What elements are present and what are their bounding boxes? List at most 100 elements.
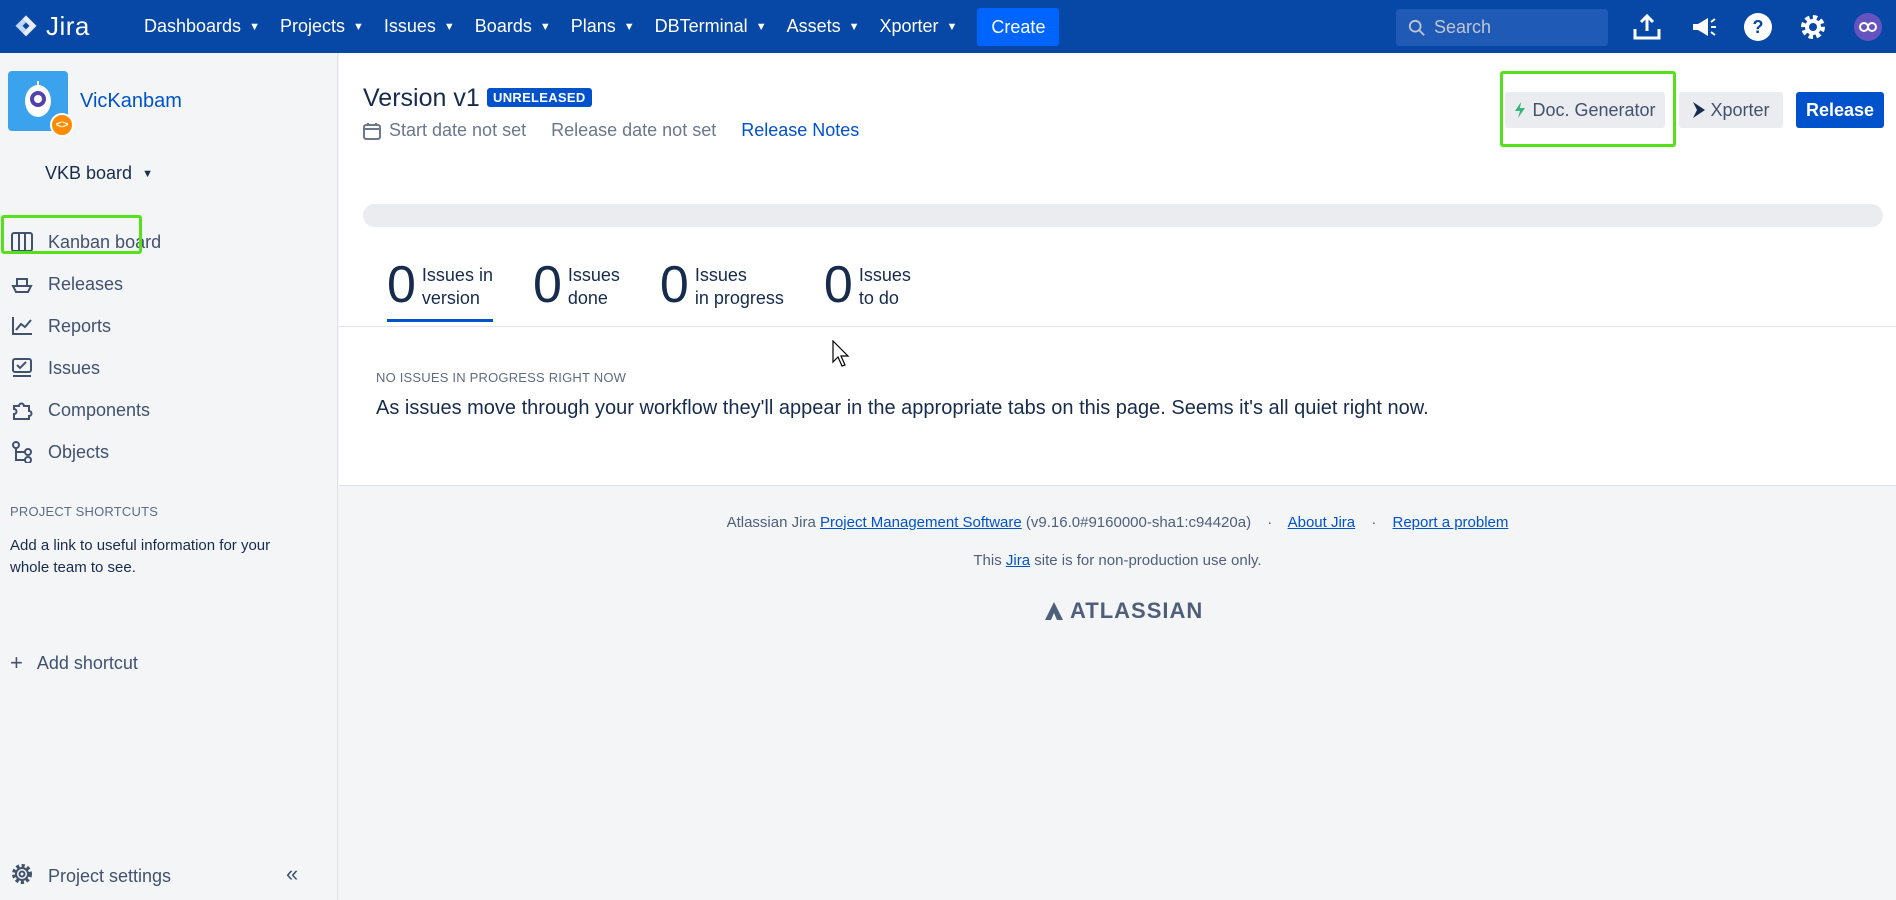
- empty-state-text: As issues move through your workflow the…: [376, 397, 1429, 419]
- search-input[interactable]: Search: [1396, 9, 1608, 46]
- sidebar-item-issues[interactable]: Issues: [0, 347, 338, 389]
- nav-assets[interactable]: Assets ▼: [777, 0, 870, 53]
- report-problem-link[interactable]: Report a problem: [1393, 514, 1509, 531]
- atlassian-logo-icon: [1045, 602, 1063, 620]
- nav-label: Boards: [474, 16, 532, 36]
- nav-boards[interactable]: Boards ▼: [465, 0, 561, 53]
- user-avatar-icon[interactable]: [1851, 10, 1885, 44]
- xporter-label: Xporter: [1710, 99, 1770, 120]
- tab-issues-in-version[interactable]: 0 Issues in version: [387, 256, 493, 322]
- release-date: Release date not set: [551, 120, 717, 140]
- upload-icon[interactable]: [1630, 10, 1664, 44]
- stat-label: Issues in progress: [695, 264, 784, 310]
- chart-icon: [10, 314, 34, 338]
- footer-links: Atlassian Jira Project Management Softwa…: [339, 514, 1896, 531]
- chevron-down-icon: ▼: [848, 20, 860, 33]
- atlassian-logo-text: ATLASSIAN: [1070, 598, 1204, 623]
- sidebar-item-releases[interactable]: Releases: [0, 263, 338, 305]
- tabs-divider: [339, 326, 1896, 327]
- status-badge: UNRELEASED: [487, 88, 592, 107]
- add-shortcut-button[interactable]: + Add shortcut: [10, 650, 138, 676]
- sidebar-item-label: Reports: [48, 315, 112, 336]
- project-management-software-link[interactable]: Project Management Software: [820, 514, 1022, 531]
- nav-projects[interactable]: Projects ▼: [270, 0, 374, 53]
- settings-icon[interactable]: [1796, 10, 1830, 44]
- chevron-down-icon: ▼: [755, 20, 767, 33]
- stat-count: 0: [532, 256, 562, 314]
- stat-label: Issues done: [568, 264, 620, 310]
- sidebar-item-label: Issues: [48, 357, 101, 378]
- notice-prefix: This: [973, 552, 1002, 569]
- stat-label-line2: done: [567, 288, 608, 308]
- footer-version: (v9.16.0#9160000-sha1:c94420a): [1025, 514, 1252, 531]
- jira-logo[interactable]: Jira: [12, 11, 124, 42]
- footer-separator: ·: [1371, 514, 1377, 531]
- project-name[interactable]: VicKanbam: [80, 90, 182, 113]
- release-button[interactable]: Release: [1796, 92, 1884, 128]
- shortcuts-heading: PROJECT SHORTCUTS: [10, 504, 159, 519]
- atlassian-logo[interactable]: ATLASSIAN: [1044, 598, 1203, 624]
- chevron-down-icon: ▼: [623, 20, 635, 33]
- tab-issues-to-do[interactable]: 0 Issues to do: [824, 259, 911, 322]
- notice-suffix: site is for non-production use only.: [1034, 552, 1262, 569]
- nav-label: Projects: [279, 16, 345, 36]
- nav-dashboards[interactable]: Dashboards ▼: [134, 0, 270, 53]
- footer-separator: ·: [1267, 514, 1273, 531]
- nav-plans[interactable]: Plans ▼: [561, 0, 645, 53]
- empty-state-heading: NO ISSUES IN PROGRESS RIGHT NOW: [376, 370, 627, 385]
- nav-xporter[interactable]: Xporter ▼: [870, 0, 968, 53]
- about-jira-link[interactable]: About Jira: [1288, 514, 1356, 531]
- chevron-down-icon: ▼: [249, 20, 260, 33]
- start-date: Start date not set: [389, 120, 527, 140]
- chevron-down-icon: ▼: [352, 20, 364, 33]
- puzzle-icon: [10, 398, 34, 422]
- gear-icon: [10, 862, 34, 891]
- stat-count: 0: [659, 256, 689, 314]
- nav-label: Assets: [786, 16, 841, 36]
- project-header[interactable]: <> VicKanbam: [8, 71, 182, 137]
- chevron-down-icon: ▼: [443, 20, 455, 33]
- help-icon[interactable]: ?: [1741, 10, 1775, 44]
- jira-logo-icon: [15, 14, 37, 36]
- nav-issues[interactable]: Issues ▼: [374, 0, 465, 53]
- svg-text:?: ?: [1753, 17, 1764, 37]
- stat-label-line1: Issues: [567, 265, 620, 285]
- footer-notice: This Jira site is for non-production use…: [339, 552, 1896, 569]
- stat-label: Issues to do: [859, 264, 911, 310]
- board-selector-label: VKB board: [45, 163, 133, 183]
- stat-label-line2: to do: [858, 288, 899, 308]
- create-button[interactable]: Create: [977, 7, 1060, 46]
- sidebar-item-components[interactable]: Components: [0, 389, 338, 431]
- stat-count: 0: [387, 256, 416, 314]
- nav-label: Plans: [570, 16, 616, 36]
- version-progress-bar: [363, 204, 1883, 227]
- stat-label-line2: version: [421, 288, 480, 308]
- stat-label-line1: Issues: [694, 265, 747, 285]
- search-placeholder: Search: [1434, 17, 1492, 37]
- tab-issues-done[interactable]: 0 Issues done: [532, 256, 620, 322]
- project-settings-link[interactable]: Project settings: [10, 862, 171, 891]
- stat-label-line1: Issues: [858, 265, 911, 285]
- code-badge-icon: <>: [50, 113, 74, 137]
- sidebar-item-label: Releases: [48, 273, 124, 294]
- sidebar-item-label: Components: [48, 399, 151, 420]
- nav-dbterminal[interactable]: DBTerminal ▼: [645, 0, 777, 53]
- tab-issues-in-progress[interactable]: 0 Issues in progress: [659, 256, 784, 322]
- collapse-sidebar-icon[interactable]: «: [286, 861, 298, 887]
- megaphone-icon[interactable]: [1686, 10, 1720, 44]
- board-selector[interactable]: VKB board ▼: [45, 163, 153, 184]
- calendar-icon: [363, 122, 381, 140]
- doc-generator-highlight-box: [1500, 71, 1676, 147]
- xporter-button[interactable]: Xporter: [1679, 92, 1783, 128]
- nav-label: Issues: [383, 16, 436, 36]
- sidebar-item-reports[interactable]: Reports: [0, 305, 338, 347]
- release-notes-link[interactable]: Release Notes: [741, 120, 859, 141]
- chevron-down-icon: ▼: [946, 20, 958, 33]
- sidebar-item-objects[interactable]: Objects: [0, 431, 338, 473]
- releases-highlight-box: [1, 215, 142, 254]
- jira-link[interactable]: Jira: [1006, 552, 1030, 569]
- footer-prefix: Atlassian Jira: [726, 514, 816, 531]
- issues-icon: [10, 356, 34, 380]
- stat-label-line2: in progress: [694, 288, 784, 308]
- chevron-down-icon: ▼: [142, 167, 153, 180]
